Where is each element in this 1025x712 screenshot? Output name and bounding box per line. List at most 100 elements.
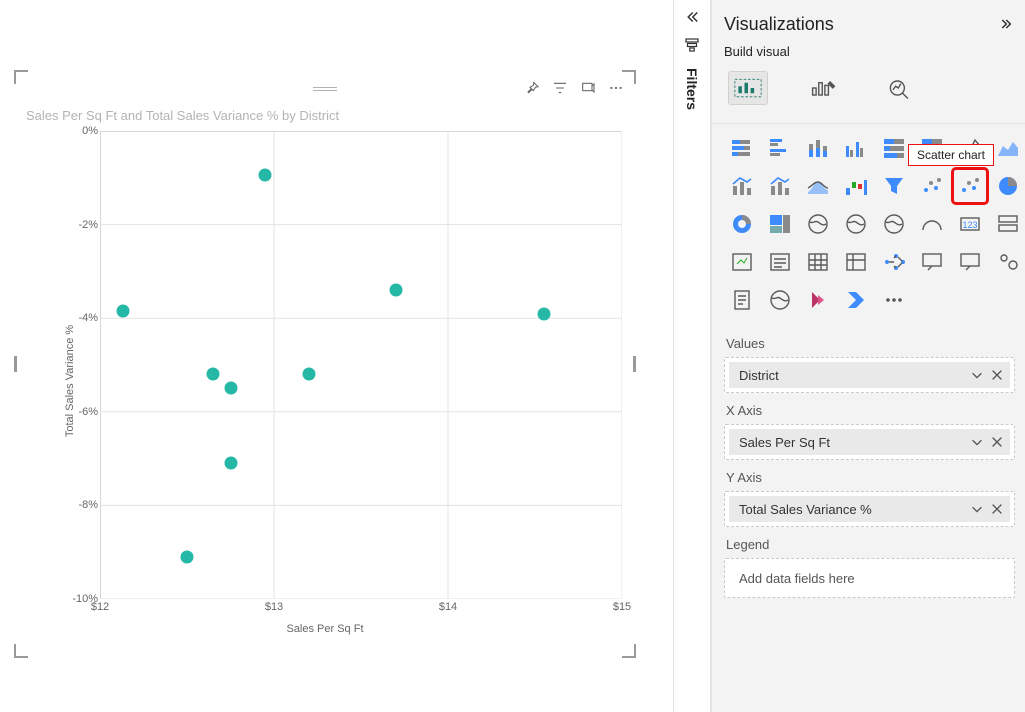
viztype-card[interactable]: 123 <box>954 208 986 240</box>
y-tick-label: -6% <box>58 406 98 418</box>
more-options-icon[interactable] <box>608 80 624 96</box>
viztype-gauge[interactable] <box>916 208 948 240</box>
filters-pane-collapsed: Filters <box>673 0 711 712</box>
viztype-line-clustered[interactable] <box>764 170 796 202</box>
viztype-ribbon[interactable] <box>802 170 834 202</box>
viztype-kpi[interactable] <box>726 246 758 278</box>
viztype-scatter[interactable] <box>916 170 948 202</box>
xaxis-field-well[interactable]: Sales Per Sq Ft <box>724 424 1015 460</box>
build-visual-subtitle: Build visual <box>724 44 1015 59</box>
report-canvas[interactable]: Sales Per Sq Ft and Total Sales Variance… <box>0 0 673 712</box>
data-point[interactable] <box>224 457 237 470</box>
chevron-down-icon[interactable] <box>970 502 984 516</box>
data-point[interactable] <box>537 307 550 320</box>
values-field-name: District <box>739 368 779 383</box>
x-tick-label: $12 <box>91 601 109 613</box>
viztype-clustered-bar[interactable] <box>764 132 796 164</box>
data-point[interactable] <box>207 368 220 381</box>
viztype-slicer[interactable] <box>764 246 796 278</box>
y-tick-label: -2% <box>58 219 98 231</box>
viztype-stacked-column[interactable] <box>802 132 834 164</box>
expand-filters-icon[interactable] <box>683 8 701 26</box>
data-point[interactable] <box>116 305 129 318</box>
visualization-gallery: Scatter chart 123 <box>724 130 1015 326</box>
viztype-stacked-bar-100[interactable] <box>878 132 910 164</box>
y-tick-label: -8% <box>58 499 98 511</box>
visualizations-pane: Visualizations Build visual Scatter char… <box>711 0 1025 712</box>
svg-text:123: 123 <box>962 220 977 230</box>
viztype-donut[interactable] <box>726 208 758 240</box>
viztype-decomposition[interactable] <box>878 246 910 278</box>
resize-handle-bl[interactable] <box>14 644 28 658</box>
x-tick-label: $13 <box>265 601 283 613</box>
filter-icon[interactable] <box>552 80 568 96</box>
data-point[interactable] <box>302 368 315 381</box>
data-point[interactable] <box>181 550 194 563</box>
viztype-key-influencers[interactable] <box>992 246 1024 278</box>
visual-header <box>16 72 634 106</box>
y-tick-label: 0% <box>58 125 98 137</box>
chevron-down-icon[interactable] <box>970 435 984 449</box>
chevron-down-icon[interactable] <box>970 368 984 382</box>
viztype-scatter-chart[interactable]: Scatter chart <box>954 170 986 202</box>
viztype-waterfall[interactable] <box>840 170 872 202</box>
xaxis-field-pill[interactable]: Sales Per Sq Ft <box>729 429 1010 455</box>
tooltip-scatter-chart: Scatter chart <box>908 144 994 166</box>
data-point[interactable] <box>259 169 272 182</box>
remove-field-icon[interactable] <box>990 435 1004 449</box>
viztype-line-stacked[interactable] <box>726 170 758 202</box>
viztype-pie[interactable] <box>992 170 1024 202</box>
yaxis-section-label: Y Axis <box>726 470 1015 485</box>
visualizations-title: Visualizations <box>724 14 834 35</box>
values-field-pill[interactable]: District <box>729 362 1010 388</box>
viztype-filled-map[interactable] <box>840 208 872 240</box>
resize-handle-br[interactable] <box>622 644 636 658</box>
x-tick-label: $15 <box>613 601 631 613</box>
viztype-arcgis[interactable] <box>764 284 796 316</box>
viztype-treemap[interactable] <box>764 208 796 240</box>
viztype-funnel[interactable] <box>878 170 910 202</box>
legend-field-well[interactable]: Add data fields here <box>724 558 1015 598</box>
focus-mode-icon[interactable] <box>580 80 596 96</box>
remove-field-icon[interactable] <box>990 502 1004 516</box>
x-axis-ticks: $12$13$14$15 <box>100 601 622 617</box>
viztype-paginated[interactable] <box>726 284 758 316</box>
yaxis-field-pill[interactable]: Total Sales Variance % <box>729 496 1010 522</box>
legend-section-label: Legend <box>726 537 1015 552</box>
legend-placeholder: Add data fields here <box>729 563 1010 593</box>
mode-format-visual[interactable] <box>804 71 844 105</box>
x-tick-label: $14 <box>439 601 457 613</box>
drag-grip-icon[interactable] <box>311 85 339 93</box>
yaxis-field-well[interactable]: Total Sales Variance % <box>724 491 1015 527</box>
collapse-pane-icon[interactable] <box>999 16 1015 32</box>
viztype-more[interactable] <box>878 284 910 316</box>
viztype-table[interactable] <box>802 246 834 278</box>
values-field-well[interactable]: District <box>724 357 1015 393</box>
yaxis-field-name: Total Sales Variance % <box>739 502 872 517</box>
y-axis-ticks: 0%-2%-4%-6%-8%-10% <box>58 131 98 599</box>
viztype-powerautomate[interactable] <box>840 284 872 316</box>
viztype-stacked-bar[interactable] <box>726 132 758 164</box>
mode-build-visual[interactable] <box>728 71 768 105</box>
viztype-matrix[interactable] <box>840 246 872 278</box>
xaxis-field-name: Sales Per Sq Ft <box>739 435 830 450</box>
values-section-label: Values <box>726 336 1015 351</box>
viztype-azure-map[interactable] <box>878 208 910 240</box>
data-point[interactable] <box>224 382 237 395</box>
filters-label[interactable]: Filters <box>684 68 700 110</box>
y-tick-label: -4% <box>58 312 98 324</box>
viztype-smart-narrative[interactable] <box>916 246 948 278</box>
viztype-area[interactable] <box>992 132 1024 164</box>
viztype-map[interactable] <box>802 208 834 240</box>
viztype-qa[interactable] <box>954 246 986 278</box>
visual-frame[interactable]: Sales Per Sq Ft and Total Sales Variance… <box>16 72 634 656</box>
pin-icon[interactable] <box>524 80 540 96</box>
data-point[interactable] <box>389 284 402 297</box>
viztype-clustered-column[interactable] <box>840 132 872 164</box>
mode-analytics[interactable] <box>880 71 920 105</box>
viztype-powerapps[interactable] <box>802 284 834 316</box>
scatter-plot <box>100 131 622 599</box>
remove-field-icon[interactable] <box>990 368 1004 382</box>
x-axis-label: Sales Per Sq Ft <box>286 623 363 635</box>
viztype-multi-row-card[interactable] <box>992 208 1024 240</box>
